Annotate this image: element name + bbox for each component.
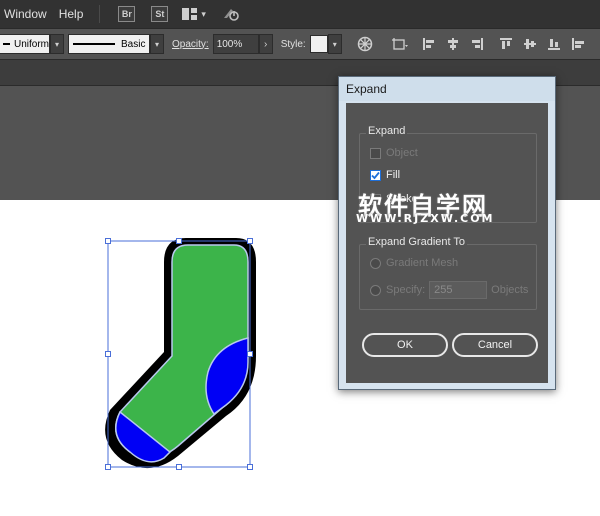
gradient-group-title: Expand Gradient To (366, 236, 468, 248)
fill-option[interactable]: Fill (370, 169, 400, 181)
object-option: Object (370, 147, 418, 159)
ok-button[interactable]: OK (362, 333, 448, 357)
watermark-url: WWW.RJZXW.COM (356, 212, 495, 225)
object-checkbox (370, 147, 381, 159)
dialog-title[interactable]: Expand (339, 77, 555, 101)
gradient-mesh-radio (370, 257, 381, 269)
dialog-body: Expand Object Fill Stroke Expand Gradien… (346, 103, 548, 383)
specify-label: Specify: (386, 284, 426, 296)
fill-label: Fill (386, 169, 401, 181)
gradient-mesh-option: Gradient Mesh (370, 257, 458, 269)
specify-unit: Objects (491, 284, 529, 296)
specify-input: 255 (429, 281, 488, 299)
gradient-mesh-label: Gradient Mesh (386, 257, 459, 269)
fill-checkbox[interactable] (370, 169, 381, 181)
expand-dialog: Expand Expand Object Fill Stroke Expand … (338, 76, 556, 390)
gradient-group (359, 244, 537, 310)
specify-option: Specify: 255 Objects (370, 281, 528, 299)
cancel-button[interactable]: Cancel (452, 333, 538, 357)
checkmark-icon (371, 171, 380, 179)
specify-radio (370, 284, 381, 296)
object-label: Object (386, 147, 418, 159)
expand-group-title: Expand (366, 125, 408, 137)
